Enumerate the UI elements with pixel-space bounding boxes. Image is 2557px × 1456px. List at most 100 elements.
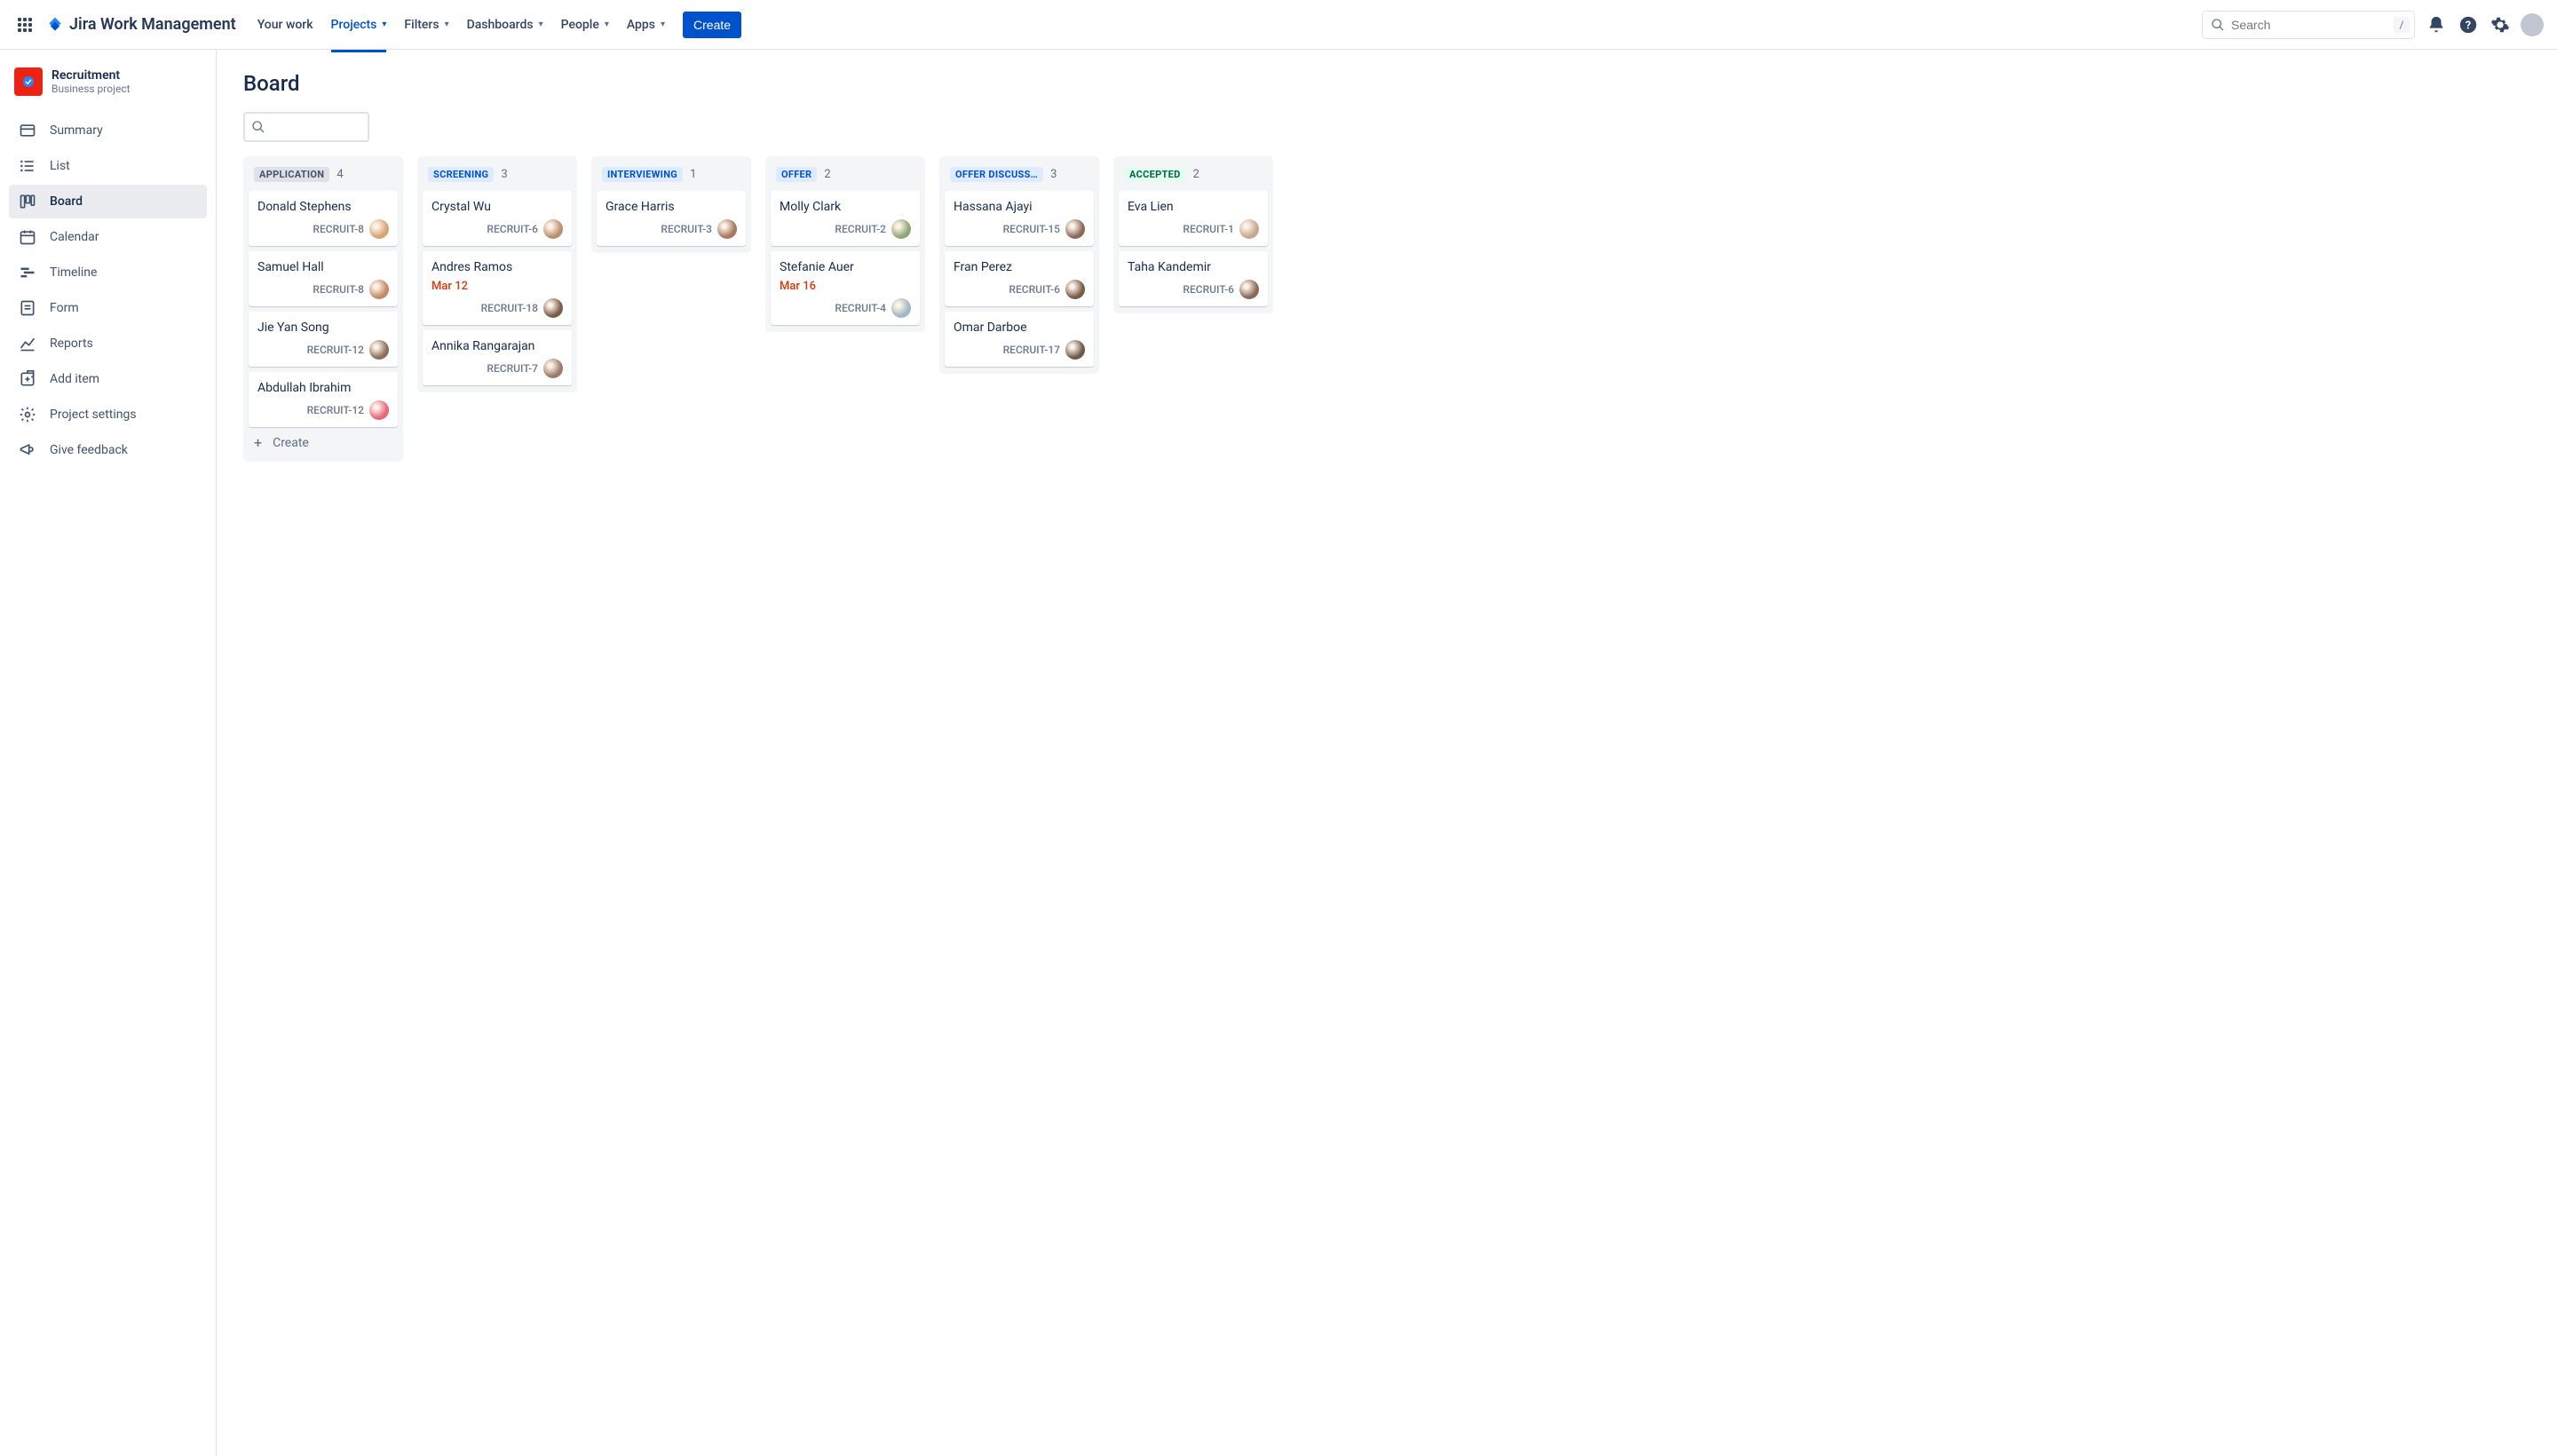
- card-title: Eva Lien: [1128, 200, 1259, 214]
- sidebar-item-label: Timeline: [50, 265, 97, 280]
- card-footer: RECRUIT-3: [606, 219, 737, 239]
- card[interactable]: Jie Yan SongRECRUIT-12: [249, 312, 398, 367]
- sidebar-item-label: List: [50, 159, 70, 173]
- nav-item-filters[interactable]: Filters▾: [397, 12, 455, 37]
- card[interactable]: Molly ClarkRECRUIT-2: [771, 191, 920, 246]
- card-icon: [18, 121, 37, 140]
- assignee-avatar[interactable]: [369, 280, 389, 299]
- sidebar-item-board[interactable]: Board: [9, 185, 207, 218]
- nav-item-label: Filters: [404, 18, 439, 32]
- sidebar-item-summary[interactable]: Summary: [9, 114, 207, 147]
- column-cards: Eva Lien RECRUIT-1 Taha KandemirRECRUIT-6: [1119, 191, 1268, 306]
- sidebar-item-calendar[interactable]: Calendar: [9, 220, 207, 254]
- assignee-avatar[interactable]: [369, 219, 389, 239]
- card-title: Donald Stephens: [257, 200, 389, 214]
- card[interactable]: Grace HarrisRECRUIT-3: [597, 191, 746, 246]
- card-due-date: Mar 16: [780, 280, 911, 293]
- assignee-avatar[interactable]: [369, 340, 389, 360]
- column-header[interactable]: OFFER DISCUSS…3: [945, 163, 1094, 191]
- card[interactable]: Stefanie AuerMar 16RECRUIT-4: [771, 251, 920, 325]
- column-count: 4: [336, 168, 343, 181]
- sidebar-item-project-settings[interactable]: Project settings: [9, 398, 207, 431]
- sidebar-item-add-item[interactable]: Add item: [9, 362, 207, 396]
- project-header[interactable]: Recruitment Business project: [9, 67, 207, 114]
- sidebar-item-label: Give feedback: [50, 443, 128, 457]
- column-header[interactable]: APPLICATION4: [249, 163, 398, 191]
- card[interactable]: Andres RamosMar 12RECRUIT-18: [423, 251, 572, 325]
- card-key: RECRUIT-1: [1183, 223, 1234, 235]
- assignee-avatar[interactable]: [1239, 219, 1259, 239]
- column-header[interactable]: ACCEPTED2: [1119, 163, 1268, 191]
- notifications-button[interactable]: [2422, 11, 2450, 39]
- column-cards: Donald StephensRECRUIT-8Samuel HallRECRU…: [249, 191, 398, 427]
- assignee-avatar[interactable]: [717, 219, 737, 239]
- nav-item-dashboards[interactable]: Dashboards▾: [460, 12, 550, 37]
- card[interactable]: Samuel HallRECRUIT-8: [249, 251, 398, 306]
- card[interactable]: Abdullah IbrahimRECRUIT-12: [249, 372, 398, 427]
- list-icon: [18, 156, 37, 176]
- create-button[interactable]: Create: [683, 12, 741, 38]
- create-card-button[interactable]: +Create: [249, 427, 398, 455]
- nav-item-projects[interactable]: Projects▾: [324, 12, 394, 37]
- card[interactable]: Taha KandemirRECRUIT-6: [1119, 251, 1268, 306]
- card[interactable]: Eva Lien RECRUIT-1: [1119, 191, 1268, 246]
- nav-item-label: Dashboards: [467, 18, 534, 32]
- search-icon: [2211, 18, 2225, 32]
- column-header[interactable]: SCREENING3: [423, 163, 572, 191]
- card[interactable]: Fran PerezRECRUIT-6: [945, 251, 1094, 306]
- help-button[interactable]: ?: [2454, 11, 2482, 39]
- column-count: 2: [824, 168, 830, 181]
- app-switcher-icon: [18, 18, 32, 32]
- assignee-avatar[interactable]: [1065, 340, 1085, 360]
- search-input[interactable]: [2202, 11, 2415, 39]
- assignee-avatar[interactable]: [543, 298, 563, 318]
- column-header[interactable]: OFFER2: [771, 163, 920, 191]
- sidebar-item-form[interactable]: Form: [9, 291, 207, 325]
- card[interactable]: Donald StephensRECRUIT-8: [249, 191, 398, 246]
- settings-icon: [18, 405, 37, 424]
- card-title: Crystal Wu: [431, 200, 563, 214]
- search-shortcut-hint: /: [2394, 17, 2410, 33]
- avatar-icon: [2521, 13, 2544, 36]
- card-footer: RECRUIT-4: [780, 298, 911, 318]
- app-switcher-button[interactable]: [11, 11, 39, 39]
- card[interactable]: Hassana AjayiRECRUIT-15: [945, 191, 1094, 246]
- card-footer: RECRUIT-12: [257, 340, 389, 360]
- assignee-avatar[interactable]: [543, 359, 563, 378]
- nav-item-people[interactable]: People▾: [554, 12, 616, 37]
- assignee-avatar[interactable]: [1065, 219, 1085, 239]
- nav-item-your-work[interactable]: Your work: [250, 12, 321, 37]
- jira-logo-icon: [46, 16, 64, 34]
- help-icon: ?: [2458, 15, 2478, 35]
- column-cards: Molly ClarkRECRUIT-2Stefanie AuerMar 16R…: [771, 191, 920, 325]
- assignee-avatar[interactable]: [1239, 280, 1259, 299]
- card-title: Taha Kandemir: [1128, 260, 1259, 274]
- board: APPLICATION4Donald StephensRECRUIT-8Samu…: [243, 156, 2530, 462]
- topbar: Jira Work Management Your workProjects▾F…: [0, 0, 2557, 50]
- profile-button[interactable]: [2518, 11, 2546, 39]
- sidebar-item-give-feedback[interactable]: Give feedback: [9, 433, 207, 467]
- sidebar-item-reports[interactable]: Reports: [9, 327, 207, 360]
- nav-item-apps[interactable]: Apps▾: [620, 12, 672, 37]
- card-footer: RECRUIT-6: [954, 280, 1085, 299]
- card-footer: RECRUIT-18: [431, 298, 563, 318]
- calendar-icon: [18, 227, 37, 247]
- card[interactable]: Omar DarboeRECRUIT-17: [945, 312, 1094, 367]
- column-header[interactable]: INTERVIEWING1: [597, 163, 746, 191]
- settings-button[interactable]: [2486, 11, 2514, 39]
- project-info: Recruitment Business project: [51, 68, 131, 95]
- product-logo[interactable]: Jira Work Management: [46, 15, 236, 34]
- sidebar-item-label: Add item: [50, 372, 99, 386]
- column-cards: Crystal WuRECRUIT-6Andres RamosMar 12REC…: [423, 191, 572, 385]
- card[interactable]: Crystal WuRECRUIT-6: [423, 191, 572, 246]
- assignee-avatar[interactable]: [543, 219, 563, 239]
- sidebar-item-list[interactable]: List: [9, 149, 207, 183]
- sidebar-item-timeline[interactable]: Timeline: [9, 256, 207, 289]
- card[interactable]: Annika RangarajanRECRUIT-7: [423, 330, 572, 385]
- assignee-avatar[interactable]: [891, 298, 911, 318]
- assignee-avatar[interactable]: [891, 219, 911, 239]
- assignee-avatar[interactable]: [369, 400, 389, 420]
- column-cards: Hassana AjayiRECRUIT-15Fran PerezRECRUIT…: [945, 191, 1094, 367]
- assignee-avatar[interactable]: [1065, 280, 1085, 299]
- card-title: Annika Rangarajan: [431, 339, 563, 353]
